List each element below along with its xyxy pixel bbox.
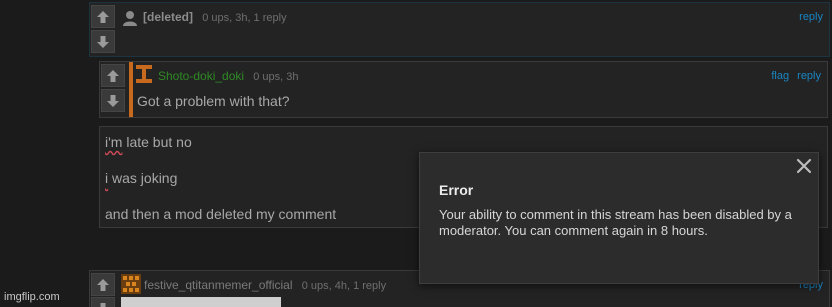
modal-message: Your ability to comment in this stream h…: [439, 207, 792, 238]
comment-header: [deleted] 0 ups, 3h, 1 reply: [143, 10, 287, 24]
comment-meta: 0 ups, 4h, 1 reply: [301, 280, 387, 292]
upvote-button[interactable]: [91, 5, 115, 28]
user-avatar-icon: [121, 274, 141, 294]
comment-meta: 0 ups, 3h, 1 reply: [202, 12, 287, 24]
downvote-button[interactable]: [91, 30, 115, 53]
modal-title: Error: [439, 182, 474, 198]
vote-controls: [90, 271, 116, 307]
downvote-button[interactable]: [101, 89, 125, 112]
vote-controls: [100, 62, 126, 117]
comment-actions: reply: [794, 11, 823, 23]
down-arrow-icon: [97, 35, 109, 48]
comment-header: Shoto-doki_doki 0 ups, 3h: [158, 69, 299, 83]
comment-author[interactable]: [deleted]: [143, 10, 193, 24]
body-line: and then a mod deleted my comment: [105, 206, 337, 222]
down-arrow-icon: [100, 302, 106, 307]
comment-author[interactable]: festive_qtitanmemer_official: [144, 278, 293, 292]
user-avatar-icon: [136, 65, 152, 83]
upvote-button[interactable]: [91, 273, 115, 296]
downvote-button[interactable]: [91, 297, 115, 307]
accent-bar: [129, 62, 133, 117]
vote-controls: [90, 3, 116, 56]
comment-body: Got a problem with that?: [137, 93, 290, 109]
comment-meta: 0 ups, 3h: [253, 71, 299, 83]
up-arrow-icon: [97, 10, 109, 23]
watermark: imgflip.com: [4, 291, 60, 303]
body-line: i was joking: [105, 170, 177, 186]
body-line-rest: was joking: [108, 170, 178, 186]
comment-stream: [deleted] 0 ups, 3h, 1 reply reply Shoto…: [0, 0, 832, 307]
error-modal: Error Your ability to comment in this st…: [419, 152, 819, 284]
body-line-rest: late but no: [122, 134, 192, 150]
up-arrow-icon: [107, 69, 119, 82]
flag-link[interactable]: flag: [771, 70, 789, 82]
body-line: i'm late but no: [105, 134, 192, 150]
comment-deleted: [deleted] 0 ups, 3h, 1 reply reply: [89, 2, 830, 57]
misspelled-word: i'm: [105, 134, 123, 150]
upvote-button[interactable]: [101, 64, 125, 87]
comment-shoto: Shoto-doki_doki 0 ups, 3h flag reply Got…: [99, 61, 828, 118]
close-icon[interactable]: [795, 157, 813, 175]
reply-link[interactable]: reply: [797, 70, 821, 82]
comment-author[interactable]: Shoto-doki_doki: [158, 69, 244, 83]
image-thumbnail: [121, 297, 281, 307]
comment-actions: flag reply: [766, 70, 821, 82]
down-arrow-icon: [107, 94, 119, 107]
comment-header: festive_qtitanmemer_official 0 ups, 4h, …: [144, 278, 386, 292]
reply-link[interactable]: reply: [799, 11, 823, 23]
user-avatar-icon: [123, 11, 137, 26]
up-arrow-icon: [97, 278, 109, 291]
